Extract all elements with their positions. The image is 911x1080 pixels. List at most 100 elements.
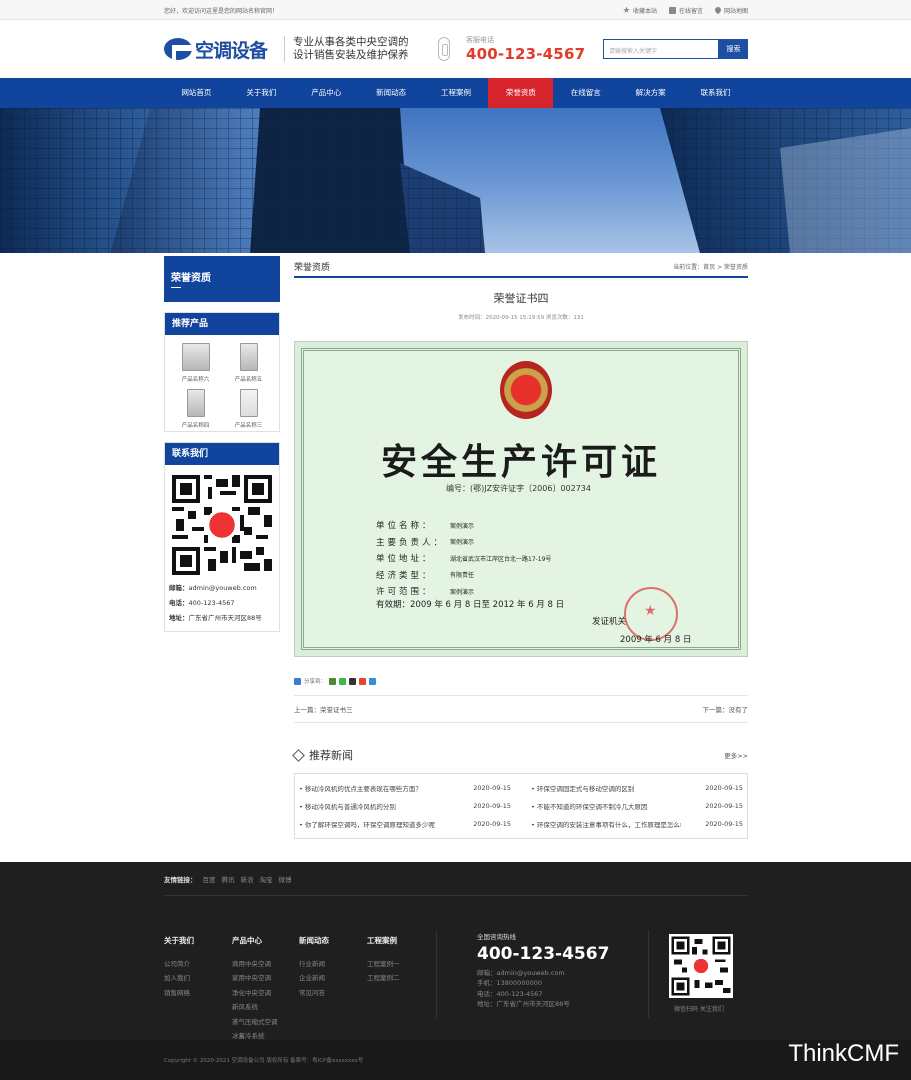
product-image <box>181 343 210 371</box>
footer-link[interactable]: 企业新闻 <box>299 971 329 986</box>
footer-col-news: 新闻动态 行业新闻 企业新闻 常见问答 <box>299 934 329 1000</box>
divider <box>648 930 649 1018</box>
footer-link[interactable]: 常见问答 <box>299 986 329 1001</box>
nav-item-honors[interactable]: 荣誉资质 <box>488 78 554 108</box>
footer-link[interactable]: 工程案例一 <box>367 957 400 972</box>
tencent-icon[interactable] <box>349 677 357 685</box>
friend-link[interactable]: 淘宝 <box>260 874 273 884</box>
footer-qr-code <box>669 934 733 998</box>
contact-address: 广东省广州市天河区88号 <box>188 614 262 622</box>
footer-link[interactable]: 商用中央空调 <box>232 957 278 972</box>
divider <box>164 895 748 896</box>
share-bar: 分享到： <box>294 677 748 685</box>
footer-link[interactable]: 行业新闻 <box>299 957 329 972</box>
copyright-bar: Copyright © 2020-2021 空调设备公司 版权所有 备案号：粤I… <box>0 1040 911 1080</box>
nav-item-home[interactable]: 网站首页 <box>164 78 229 108</box>
search-input[interactable]: 请输搜索入关键字 <box>603 39 719 59</box>
search-form: 请输搜索入关键字 搜索 <box>603 39 748 59</box>
pin-icon <box>713 5 723 15</box>
bookmark-link[interactable]: 收藏本站 <box>623 6 657 15</box>
thinkcmf-watermark: ThinkCMF <box>788 1040 899 1067</box>
friend-link[interactable]: 新浪 <box>241 874 254 884</box>
footer-link[interactable]: 净化中央空调 <box>232 986 278 1001</box>
message-link[interactable]: 在线留言 <box>668 6 703 15</box>
share-icon <box>294 677 301 685</box>
nav-item-news[interactable]: 新闻动态 <box>359 78 424 108</box>
logo-text: 空调设备 <box>195 39 268 62</box>
sidebar-title: 荣誉资质 <box>164 256 280 302</box>
sidebar: 荣誉资质 推荐产品 产品名称六 产品名称五 产品名称四 产品名称三 联系我们 邮… <box>164 256 280 839</box>
article-title: 荣誉证书四 <box>493 292 549 305</box>
recommended-news-header: 推荐新闻 更多>> <box>292 745 748 765</box>
qr-caption: 微信扫码 关注我们 <box>674 1006 724 1013</box>
qr-code <box>172 475 272 575</box>
footer: 友情链接： 百度 腾讯 新浪 淘宝 微博 关于我们 公司简介 加入我们 销售网络… <box>0 862 911 1080</box>
more-news-link[interactable]: 更多>> <box>724 750 748 760</box>
breadcrumb-bar: 荣誉资质 当前位置：首页 > 荣誉资质 <box>294 256 748 278</box>
product-item[interactable]: 产品名称六 <box>169 343 222 383</box>
footer-col-cases: 工程案例 工程案例一 工程案例二 <box>367 934 400 986</box>
footer-link[interactable]: 公司简介 <box>164 957 194 972</box>
nav-item-contact[interactable]: 联系我们 <box>683 78 748 108</box>
friend-link[interactable]: 微博 <box>279 874 292 884</box>
products-heading: 推荐产品 <box>165 313 279 335</box>
certificate-validity: 有效期：2009 年 6 月 8 日至 2012 年 6 月 8 日 <box>376 600 565 610</box>
product-image <box>239 343 258 371</box>
product-image <box>239 389 258 417</box>
news-item[interactable]: 环保空调固定式与移动空调的区别2020-09-15 <box>531 779 743 797</box>
main-area: 荣誉资质 推荐产品 产品名称六 产品名称五 产品名称四 产品名称三 联系我们 邮… <box>164 256 748 839</box>
footer-link[interactable]: 新风系统 <box>232 1000 278 1015</box>
star-icon <box>623 6 630 13</box>
contact-info: 邮箱：admin@youweb.com 电话：400-123-4567 地址：广… <box>169 584 262 622</box>
news-item[interactable]: 环保空调的安装注意事项有什么，工作原理是怎么样2020-09-15 <box>531 815 743 833</box>
news-item[interactable]: 你了解环保空调吗，环保空调原理知道多少呢2020-09-15 <box>299 815 511 833</box>
weibo-icon[interactable] <box>359 677 367 685</box>
slogan: 专业从事各类中央空调的 设计销售安装及维护保养 <box>284 36 424 62</box>
book-icon <box>668 6 676 14</box>
divider <box>436 930 437 1018</box>
nav-item-cases[interactable]: 工程案例 <box>424 78 489 108</box>
nav-item-about[interactable]: 关于我们 <box>229 78 294 108</box>
next-article-link[interactable]: 下一篇：没有了 <box>703 704 749 714</box>
search-button[interactable]: 搜索 <box>719 39 748 59</box>
phone-icon <box>438 37 450 61</box>
news-item[interactable]: 不能不知道的环保空调不制冷几大原因2020-09-15 <box>531 797 743 815</box>
top-bar: 您好，欢迎访问这里是您的网站名称官网！ 收藏本站 在线留言 网站地图 <box>0 0 911 20</box>
cube-icon <box>292 748 305 762</box>
recommended-products: 推荐产品 产品名称六 产品名称五 产品名称四 产品名称三 <box>164 312 280 432</box>
sitemap-link[interactable]: 网站地图 <box>713 5 748 15</box>
product-item[interactable]: 产品名称五 <box>222 343 275 383</box>
nav-item-products[interactable]: 产品中心 <box>294 78 359 108</box>
certificate-date: 2009 年 6 月 8 日 <box>620 635 692 645</box>
product-item[interactable]: 产品名称四 <box>169 389 222 429</box>
wechat-icon[interactable] <box>339 677 347 685</box>
news-item[interactable]: 移动冷风机与普通冷风机的分别2020-09-15 <box>299 797 511 815</box>
footer-link[interactable]: 工程案例二 <box>367 971 400 986</box>
certificate-number: 编号：(鄂)JZ安许证字〔2006〕002734 <box>446 484 591 493</box>
national-emblem-icon <box>500 361 552 419</box>
renren-icon[interactable] <box>369 677 377 685</box>
copyright-text: Copyright © 2020-2021 空调设备公司 版权所有 备案号：粤I… <box>164 1058 364 1064</box>
content: 荣誉资质 当前位置：首页 > 荣誉资质 荣誉证书四 发布时间：2020-09-1… <box>292 256 749 839</box>
qzone-icon[interactable] <box>329 677 337 685</box>
footer-col-about: 关于我们 公司简介 加入我们 销售网络 <box>164 934 194 1000</box>
contact-phone: 400-123-4567 <box>188 599 235 607</box>
nav-item-solutions[interactable]: 解决方案 <box>618 78 683 108</box>
friend-link[interactable]: 腾讯 <box>222 874 235 884</box>
friend-link[interactable]: 百度 <box>203 874 216 884</box>
news-item[interactable]: 移动冷风机的优点主要表现在哪些方面？2020-09-15 <box>299 779 511 797</box>
footer-col-products: 产品中心 商用中央空调 家用中央空调 净化中央空调 新风系统 蒸气压缩式空调 冰… <box>232 934 278 1044</box>
footer-link[interactable]: 加入我们 <box>164 971 194 986</box>
breadcrumb[interactable]: 当前位置：首页 > 荣誉资质 <box>673 262 748 271</box>
product-image <box>186 389 205 417</box>
header: 空调设备 专业从事各类中央空调的 设计销售安装及维护保养 客服电话 400-12… <box>0 20 911 78</box>
article-meta: 发布时间：2020-09-15 15:19:59 浏览次数：131 <box>458 315 584 321</box>
prev-article-link[interactable]: 上一篇：荣誉证书三 <box>294 704 353 714</box>
footer-link[interactable]: 销售网络 <box>164 986 194 1001</box>
logo[interactable]: 空调设备 <box>164 36 278 63</box>
footer-link[interactable]: 蒸气压缩式空调 <box>232 1015 278 1030</box>
product-item[interactable]: 产品名称三 <box>222 389 275 429</box>
footer-link[interactable]: 家用中央空调 <box>232 971 278 986</box>
contact-email[interactable]: admin@youweb.com <box>189 584 257 592</box>
nav-item-message[interactable]: 在线留言 <box>553 78 618 108</box>
